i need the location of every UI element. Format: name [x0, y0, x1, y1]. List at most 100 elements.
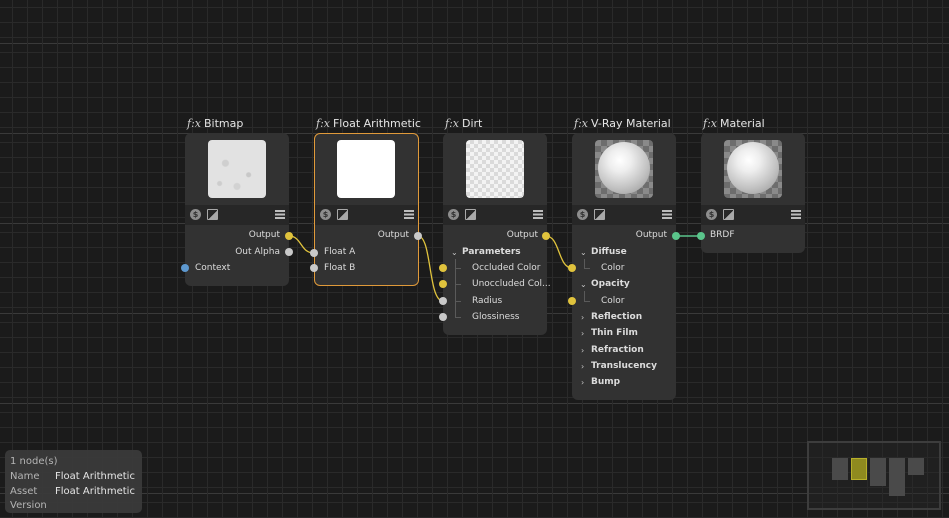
- bitmap-out-alpha-port[interactable]: [285, 248, 293, 256]
- asset-label: Asset: [10, 486, 38, 497]
- material-node[interactable]: $ BRDF: [701, 133, 805, 253]
- bump-section[interactable]: Bump: [591, 377, 620, 388]
- image-icon[interactable]: [207, 209, 218, 220]
- dirt-node-title[interactable]: f:x Dirt: [445, 117, 482, 130]
- unoccluded-color-port[interactable]: [439, 280, 447, 288]
- node-title-label: Bitmap: [203, 117, 244, 130]
- material-node-title[interactable]: f:x Material: [703, 117, 765, 130]
- chevron-down-icon[interactable]: ⌄: [451, 247, 458, 258]
- vray-material-node-title[interactable]: f:x V-Ray Material: [574, 117, 671, 130]
- chevron-down-icon[interactable]: ⌄: [580, 279, 587, 290]
- coin-icon[interactable]: $: [448, 209, 459, 220]
- dirt-output-port[interactable]: [542, 232, 550, 240]
- tree-branch: [584, 291, 590, 302]
- output-port-label: Output: [506, 230, 538, 240]
- dirt-node[interactable]: $ Output ⌄ Parameters Occluded Color Uno…: [443, 133, 551, 335]
- tree-branch: [455, 301, 461, 318]
- diffuse-color-label: Color: [601, 263, 625, 273]
- float-b-port-label: Float B: [324, 263, 356, 273]
- sphere-preview: [598, 142, 650, 194]
- brdf-port-label: BRDF: [710, 230, 735, 240]
- fx-icon: f:x: [316, 117, 330, 130]
- tree-branch: [584, 259, 590, 269]
- selection-info-panel: 1 node(s) Name Float Arithmetic Asset Fl…: [5, 450, 142, 513]
- asset-value: Float Arithmetic: [55, 486, 135, 497]
- vray-output-port[interactable]: [672, 232, 680, 240]
- image-icon[interactable]: [337, 209, 348, 220]
- coin-icon[interactable]: $: [706, 209, 717, 220]
- opacity-color-port[interactable]: [568, 297, 576, 305]
- bitmap-node-title[interactable]: f:x Bitmap: [187, 117, 243, 130]
- diffuse-section[interactable]: Diffuse: [591, 247, 627, 258]
- parameters-group-label[interactable]: Parameters: [462, 247, 521, 258]
- bitmap-output-port[interactable]: [285, 232, 293, 240]
- context-port-label: Context: [195, 263, 231, 273]
- float-b-input-port[interactable]: [310, 264, 318, 272]
- tree-branch: [455, 284, 461, 302]
- radius-port[interactable]: [439, 297, 447, 305]
- minimap-node: [889, 458, 905, 496]
- node-toolbar: $: [315, 205, 418, 225]
- chevron-right-icon[interactable]: ›: [581, 377, 584, 388]
- brdf-input-port[interactable]: [697, 232, 705, 240]
- coin-icon[interactable]: $: [577, 209, 588, 220]
- bitmap-node[interactable]: $ Output Out Alpha Context: [185, 133, 289, 286]
- chevron-right-icon[interactable]: ›: [581, 361, 584, 372]
- occluded-color-port[interactable]: [439, 264, 447, 272]
- node-count: 1 node(s): [10, 456, 58, 467]
- fx-icon: f:x: [187, 117, 201, 130]
- chevron-right-icon[interactable]: ›: [581, 312, 584, 323]
- chevron-down-icon[interactable]: ⌄: [580, 247, 587, 258]
- node-title-label: Dirt: [461, 117, 483, 130]
- menu-icon[interactable]: [275, 210, 285, 219]
- dirt-preview: [466, 140, 524, 198]
- menu-icon[interactable]: [533, 210, 543, 219]
- node-toolbar: $: [572, 205, 676, 225]
- refraction-section[interactable]: Refraction: [591, 345, 644, 356]
- coin-icon[interactable]: $: [190, 209, 201, 220]
- bitmap-preview: [208, 140, 266, 198]
- chevron-right-icon[interactable]: ›: [581, 345, 584, 356]
- occluded-color-label: Occluded Color: [472, 263, 541, 273]
- glossiness-label: Glossiness: [472, 312, 520, 322]
- menu-icon[interactable]: [404, 210, 414, 219]
- reflection-section[interactable]: Reflection: [591, 312, 642, 323]
- chevron-right-icon[interactable]: ›: [581, 328, 584, 339]
- glossiness-port[interactable]: [439, 313, 447, 321]
- float-arithmetic-output-port[interactable]: [414, 232, 422, 240]
- out-alpha-port-label: Out Alpha: [235, 247, 280, 257]
- opacity-section[interactable]: Opacity: [591, 279, 630, 290]
- float-arithmetic-node-title[interactable]: f:x Float Arithmetic: [316, 117, 421, 130]
- material-preview: [724, 140, 782, 198]
- output-port-label: Output: [377, 230, 409, 240]
- float-arithmetic-node[interactable]: $ Output Float A Float B: [314, 133, 419, 286]
- translucency-section[interactable]: Translucency: [591, 361, 657, 372]
- vray-material-node[interactable]: $ Output ⌄ Diffuse Color ⌄ Opacity Color…: [572, 133, 676, 400]
- float-a-port-label: Float A: [324, 247, 356, 257]
- diffuse-color-port[interactable]: [568, 264, 576, 272]
- menu-icon[interactable]: [662, 210, 672, 219]
- image-icon[interactable]: [723, 209, 734, 220]
- thin-film-section[interactable]: Thin Film: [591, 328, 638, 339]
- bitmap-context-port[interactable]: [181, 264, 189, 272]
- node-title-label: Material: [719, 117, 765, 130]
- image-icon[interactable]: [594, 209, 605, 220]
- output-port-label: Output: [635, 230, 667, 240]
- image-icon[interactable]: [465, 209, 476, 220]
- minimap-node: [832, 458, 848, 480]
- minimap-node: [908, 458, 924, 475]
- fx-icon: f:x: [574, 117, 588, 130]
- menu-icon[interactable]: [791, 210, 801, 219]
- fx-icon: f:x: [703, 117, 717, 130]
- node-toolbar: $: [701, 205, 805, 225]
- tree-branch: [455, 268, 461, 285]
- minimap[interactable]: [807, 441, 941, 510]
- name-value: Float Arithmetic: [55, 471, 135, 482]
- version-label: Version: [10, 500, 47, 511]
- fx-icon: f:x: [445, 117, 459, 130]
- float-a-input-port[interactable]: [310, 249, 318, 257]
- minimap-selected-node: [851, 458, 867, 480]
- coin-icon[interactable]: $: [320, 209, 331, 220]
- sphere-preview: [727, 142, 779, 194]
- opacity-color-label: Color: [601, 296, 625, 306]
